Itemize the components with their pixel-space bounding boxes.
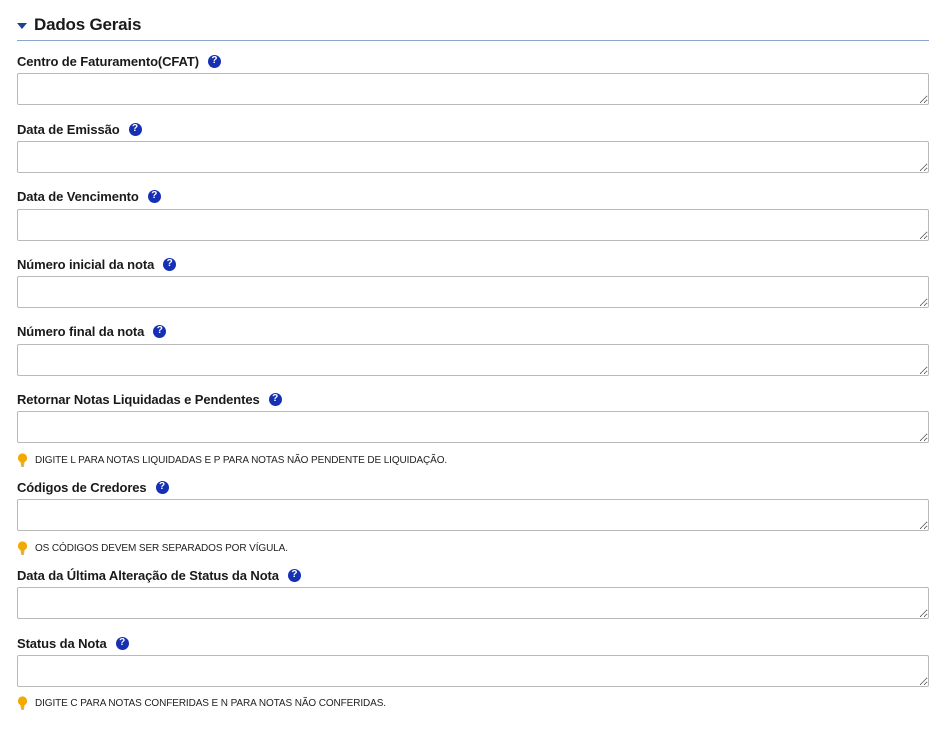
help-icon[interactable]: ? bbox=[128, 122, 142, 136]
field-label: Status da Nota bbox=[17, 635, 107, 651]
help-icon[interactable]: ? bbox=[155, 480, 169, 494]
help-icon[interactable]: ? bbox=[147, 189, 161, 203]
field-label: Centro de Faturamento(CFAT) bbox=[17, 53, 199, 69]
field-label-row-ultima-alteracao: Data da Última Alteração de Status da No… bbox=[17, 566, 301, 584]
lightbulb-icon bbox=[17, 696, 28, 710]
field-label-row-notas-liquidadas: Retornar Notas Liquidadas e Pendentes ? bbox=[17, 390, 282, 408]
field-label: Número final da nota bbox=[17, 323, 145, 339]
help-icon[interactable]: ? bbox=[115, 636, 129, 650]
lightbulb-icon bbox=[17, 541, 28, 555]
field-label: Data de Emissão bbox=[17, 121, 120, 137]
hint-text: DIGITE L PARA NOTAS LIQUIDADAS E P PARA … bbox=[35, 454, 448, 466]
field-label: Retornar Notas Liquidadas e Pendentes bbox=[17, 391, 260, 407]
field-label-row-data-emissao: Data de Emissão ? bbox=[17, 120, 142, 138]
hint-codigos-credores: OS CÓDIGOS DEVEM SER SEPARADOS POR VÍGUL… bbox=[17, 540, 288, 556]
field-label-row-numero-final: Número final da nota ? bbox=[17, 322, 167, 340]
help-icon[interactable]: ? bbox=[287, 568, 301, 582]
field-label-row-cfat: Centro de Faturamento(CFAT) ? bbox=[17, 52, 221, 70]
status-nota-input[interactable] bbox=[17, 655, 929, 687]
codigos-credores-input[interactable] bbox=[17, 499, 929, 531]
help-icon[interactable]: ? bbox=[153, 324, 167, 338]
hint-status-nota: DIGITE C PARA NOTAS CONFERIDAS E N PARA … bbox=[17, 695, 386, 711]
field-label: Número inicial da nota bbox=[17, 256, 155, 272]
numero-final-input[interactable] bbox=[17, 344, 929, 376]
hint-text: DIGITE C PARA NOTAS CONFERIDAS E N PARA … bbox=[35, 697, 386, 709]
section-title: Dados Gerais bbox=[34, 15, 142, 34]
help-icon[interactable]: ? bbox=[207, 54, 221, 68]
field-label-row-data-vencimento: Data de Vencimento ? bbox=[17, 187, 161, 205]
help-icon[interactable]: ? bbox=[163, 257, 177, 271]
cfat-input[interactable] bbox=[17, 73, 929, 105]
field-label: Data da Última Alteração de Status da No… bbox=[17, 567, 279, 583]
lightbulb-icon bbox=[17, 453, 28, 467]
notas-liquidadas-input[interactable] bbox=[17, 411, 929, 443]
field-label-row-codigos-credores: Códigos de Credores ? bbox=[17, 478, 169, 496]
hint-text: OS CÓDIGOS DEVEM SER SEPARADOS POR VÍGUL… bbox=[35, 542, 288, 554]
data-emissao-input[interactable] bbox=[17, 141, 929, 173]
hint-notas-liquidadas: DIGITE L PARA NOTAS LIQUIDADAS E P PARA … bbox=[17, 452, 447, 468]
field-label: Códigos de Credores bbox=[17, 479, 147, 495]
help-icon[interactable]: ? bbox=[268, 392, 282, 406]
caret-down-icon bbox=[17, 22, 27, 29]
field-label-row-numero-inicial: Número inicial da nota ? bbox=[17, 255, 177, 273]
field-label: Data de Vencimento bbox=[17, 188, 139, 204]
ultima-alteracao-input[interactable] bbox=[17, 587, 929, 619]
field-label-row-status-nota: Status da Nota ? bbox=[17, 634, 129, 652]
data-vencimento-input[interactable] bbox=[17, 209, 929, 241]
numero-inicial-input[interactable] bbox=[17, 276, 929, 308]
section-header-dados-gerais[interactable]: Dados Gerais bbox=[17, 10, 929, 41]
